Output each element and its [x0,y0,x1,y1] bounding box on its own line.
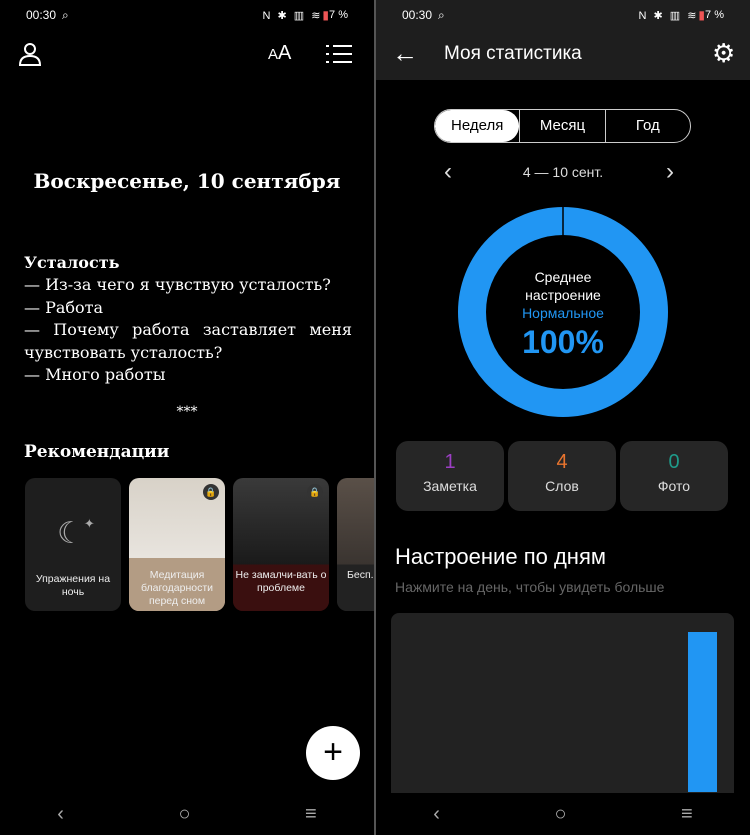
day-bar[interactable] [688,632,717,792]
card-label: Не замалчи-вать о проблеме [233,565,329,611]
page-title: Моя статистика [444,43,582,64]
search-icon: ⌕ [62,7,69,22]
back-button[interactable]: ‹ [57,803,64,826]
date-range: 4 — 10 сент. [522,164,604,180]
average-mood: Нормальное [522,305,604,321]
card-label: Упражнения на ночь [35,573,111,598]
stat-words: 4 Слов [508,441,616,511]
recommendation-card[interactable]: 🔒 Медитация благодарности перед сном [129,478,225,611]
battery-level: 7 % [329,9,348,21]
mood-by-day-hint: Нажмите на день, чтобы увидеть больше [395,579,665,595]
journal-screen: 00:30 ⌕ N ✱ ▥ ≋ ▮ 7 % AA Воскресенье, 10 с… [0,0,374,835]
donut-label: Среднее настроение Нормальное 100% [376,268,750,362]
home-button[interactable]: ○ [178,803,190,826]
navigation-bar: ‹ ○ ≡ [376,793,750,835]
next-period-button[interactable]: › [666,158,674,186]
stat-photos: 0 Фото [620,441,728,511]
battery-icon: ▮ [698,8,706,22]
stat-label: Заметка [423,478,477,494]
journal-entry[interactable]: Усталость — Из-за чего я чувствую устало… [24,252,352,386]
back-arrow-icon[interactable]: ← [392,38,418,69]
donut-line: настроение [525,287,601,303]
status-bar: 00:30 ⌕ N ✱ ▥ ≋ ▮ 7 % [0,0,374,30]
clock: 00:30 [402,8,433,22]
stat-label: Фото [657,478,691,494]
tab-year[interactable]: Год [604,110,690,142]
lock-icon: 🔒 [203,484,219,500]
status-icons: N ✱ ▥ ≋ [638,9,699,22]
clock: 00:30 [26,8,57,22]
search-icon: ⌕ [438,7,445,22]
card-label: Медитация благодарности перед сном [129,565,225,611]
recommendations-title: Рекомендации [24,442,170,462]
recommendation-card[interactable]: ☾✦ Упражнения на ночь [25,478,121,611]
entry-line: — Почему работа заставляет меня чувствов… [24,320,352,362]
stat-value: 4 [556,451,568,473]
list-icon[interactable] [326,44,352,64]
stat-notes: 1 Заметка [396,441,504,511]
home-button[interactable]: ○ [554,803,566,826]
mood-by-day-title: Настроение по дням [395,544,606,569]
recommendation-card[interactable]: 🔒 Не замалчи-вать о проблеме [233,478,329,611]
tab-month[interactable]: Месяц [519,110,604,142]
lock-icon: 🔒 [307,484,323,500]
font-size-icon[interactable]: AA [268,42,291,65]
card-label: Бесп... бесс... [337,565,374,611]
recents-button[interactable]: ≡ [681,803,693,826]
entry-title: Усталость [24,253,120,272]
navigation-bar: ‹ ○ ≡ [0,793,374,835]
donut-line: Среднее [534,269,592,285]
period-tabs: Неделя Месяц Год [434,109,691,143]
entry-line: — Из-за чего я чувствую усталость? [24,275,331,295]
statistics-screen: 00:30 ⌕ N ✱ ▥ ≋ ▮ 7 % ← Моя статистика ⚙ Н… [376,0,750,835]
stat-value: 0 [668,451,680,473]
recents-button[interactable]: ≡ [305,803,317,826]
mood-percent: 100% [522,324,604,360]
status-bar: 00:30 ⌕ N ✱ ▥ ≋ ▮ 7 % [376,0,750,30]
separator: *** [176,404,198,420]
moon-stars-icon: ☾✦ [57,516,95,550]
battery-level: 7 % [705,9,724,21]
entry-line: — Много работы [24,365,166,385]
gear-icon[interactable]: ⚙ [712,38,735,69]
stat-value: 1 [444,451,456,473]
back-button[interactable]: ‹ [433,803,440,826]
status-icons: N ✱ ▥ ≋ [262,9,323,22]
recommendation-card[interactable]: Бесп... бесс... [337,478,374,611]
entry-line: — Работа [24,297,104,317]
profile-icon[interactable] [18,42,42,66]
tab-week[interactable]: Неделя [435,110,520,142]
add-entry-button[interactable]: + [306,726,360,780]
mood-by-day-chart[interactable] [391,613,734,803]
stat-label: Слов [545,478,579,494]
battery-icon: ▮ [322,8,330,22]
date-title: Воскресенье, 10 сентября [33,169,341,193]
